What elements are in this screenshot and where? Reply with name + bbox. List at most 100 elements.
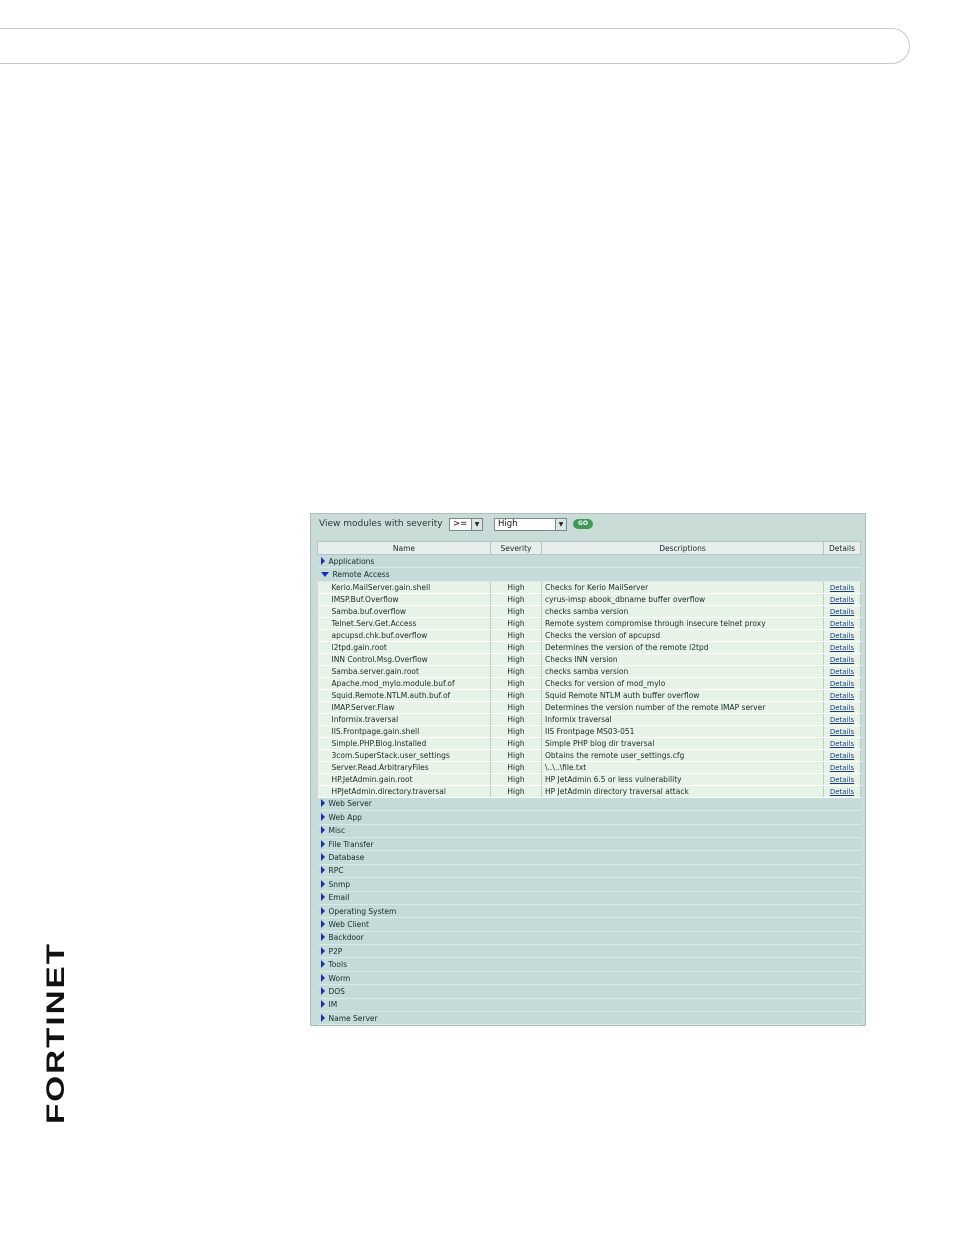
expand-triangle-icon[interactable] [320,1013,325,1022]
category-label: Backdoor [328,933,364,943]
details-link[interactable]: Details [830,608,854,616]
details-link[interactable]: Details [830,644,854,652]
category-row[interactable]: DOS [317,984,861,999]
description-column-header[interactable]: Descriptions [541,541,824,555]
category-row[interactable]: Worm [317,971,861,986]
expand-triangle-icon[interactable] [320,799,325,808]
category-cell[interactable]: Worm [317,971,861,986]
details-link[interactable]: Details [830,692,854,700]
expand-triangle-icon[interactable] [320,879,325,888]
details-link[interactable]: Details [830,764,854,772]
category-cell[interactable]: Snmp [317,877,861,892]
category-row[interactable]: Web Server [317,797,861,812]
category-row[interactable]: IM [317,998,861,1013]
name-column-header[interactable]: Name [317,541,491,555]
operator-select[interactable]: >= ▼ [449,518,483,531]
table-row: INN Control.Msg.Overflow High Checks INN v… [317,653,861,666]
severity-value: High [498,519,518,529]
category-row[interactable]: Operating System [317,904,861,919]
category-cell[interactable]: DOS [317,984,861,999]
details-link[interactable]: Details [830,632,854,640]
details-cell: Details [823,641,861,654]
category-cell[interactable]: RPC [317,864,861,879]
category-cell[interactable]: Web Client [317,917,861,932]
category-cell[interactable]: Name Server [317,1011,861,1026]
category-row[interactable]: Remote Access [317,567,861,582]
category-label: Email [328,893,350,903]
expand-triangle-icon[interactable] [320,1000,325,1009]
expand-triangle-icon[interactable] [320,826,325,835]
category-row[interactable]: File Transfer [317,837,861,852]
expand-triangle-icon[interactable] [320,556,325,565]
details-link[interactable]: Details [830,704,854,712]
category-row[interactable]: Snmp [317,877,861,892]
details-link[interactable]: Details [830,656,854,664]
details-link[interactable]: Details [830,584,854,592]
filter-label: View modules with severity [319,519,443,529]
category-row[interactable]: Database [317,850,861,865]
severity-select[interactable]: High ▼ [494,518,567,531]
category-cell[interactable]: File Transfer [317,837,861,852]
expand-triangle-icon[interactable] [320,946,325,955]
category-cell[interactable]: Remote Access [317,567,861,582]
category-cell[interactable]: IM [317,998,861,1013]
category-cell[interactable]: Web App [317,810,861,825]
category-label: Name Server [328,1013,378,1023]
category-cell[interactable]: Applications [317,554,861,569]
category-cell[interactable]: Tools [317,957,861,972]
category-cell[interactable]: Email [317,891,861,905]
expand-triangle-icon[interactable] [320,919,325,928]
category-row[interactable]: Web App [317,810,861,825]
category-label: Applications [328,556,375,566]
category-label: Misc [328,826,346,836]
expand-triangle-icon[interactable] [320,986,325,995]
details-link[interactable]: Details [830,788,854,796]
module-name: Apache.mod_mylo.module.buf.of [317,677,491,690]
collapse-triangle-icon[interactable] [320,572,329,578]
category-row[interactable]: Applications [317,554,861,569]
details-link[interactable]: Details [830,728,854,736]
expand-triangle-icon[interactable] [320,893,325,902]
category-row[interactable]: Misc [317,824,861,838]
category-label: Web App [328,812,362,822]
category-cell[interactable]: Misc [317,824,861,838]
expand-triangle-icon[interactable] [320,866,325,875]
table-row: Informix.traversal High Informix traversal… [317,713,861,726]
category-cell[interactable]: P2P [317,944,861,959]
details-link[interactable]: Details [830,740,854,748]
go-button[interactable]: GO [573,519,593,529]
category-cell[interactable]: Database [317,850,861,865]
severity-column-header[interactable]: Severity [490,541,542,555]
details-link[interactable]: Details [830,620,854,628]
module-name: Simple.PHP.Blog.Installed [317,737,491,750]
category-row[interactable]: Web Client [317,917,861,932]
expand-triangle-icon[interactable] [320,906,325,915]
details-column-header[interactable]: Details [823,541,861,555]
category-row[interactable]: Backdoor [317,931,861,946]
details-link[interactable]: Details [830,596,854,604]
expand-triangle-icon[interactable] [320,960,325,969]
category-row[interactable]: P2P [317,944,861,959]
category-row[interactable]: Email [317,891,861,905]
category-cell[interactable]: Operating System [317,904,861,919]
details-cell: Details [823,785,861,798]
module-description: Obtains the remote user_settings.cfg [541,749,824,762]
module-description: Checks INN version [541,653,824,666]
expand-triangle-icon[interactable] [320,812,325,821]
expand-triangle-icon[interactable] [320,853,325,862]
category-row[interactable]: Name Server [317,1011,861,1026]
details-link[interactable]: Details [830,668,854,676]
expand-triangle-icon[interactable] [320,933,325,942]
category-cell[interactable]: Web Server [317,797,861,812]
details-link[interactable]: Details [830,716,854,724]
details-link[interactable]: Details [830,752,854,760]
expand-triangle-icon[interactable] [320,973,325,982]
details-cell: Details [823,749,861,762]
expand-triangle-icon[interactable] [320,839,325,848]
category-row[interactable]: RPC [317,864,861,879]
category-row[interactable]: Tools [317,957,861,972]
details-link[interactable]: Details [830,776,854,784]
details-link[interactable]: Details [830,680,854,688]
details-cell: Details [823,713,861,726]
category-cell[interactable]: Backdoor [317,931,861,946]
